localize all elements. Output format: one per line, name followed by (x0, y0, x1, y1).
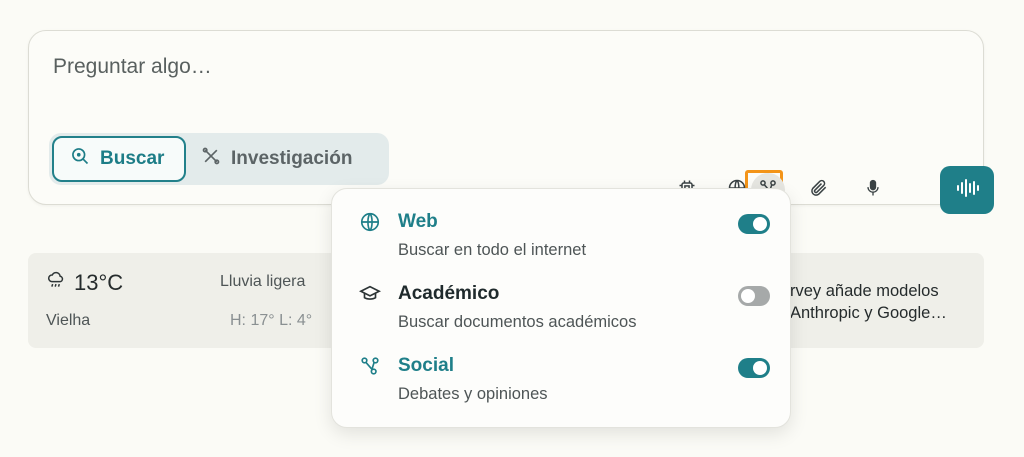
mode-search-button[interactable]: Buscar (52, 136, 186, 182)
news-headline-line-1: rvey añade modelos (790, 282, 939, 300)
mode-search-label: Buscar (100, 148, 165, 169)
globe-icon (359, 211, 381, 233)
source-option-description: Buscar documentos académicos (398, 313, 637, 331)
attach-button[interactable] (802, 173, 836, 207)
social-toggle-switch[interactable] (738, 358, 770, 378)
graduation-cap-icon (358, 283, 382, 305)
voice-mode-button[interactable] (940, 166, 994, 214)
source-option-web[interactable]: Web Buscar en todo el internet (332, 189, 792, 261)
source-option-academic[interactable]: Académico Buscar documentos académicos (332, 261, 792, 333)
paperclip-icon (809, 178, 829, 203)
mode-research-button[interactable]: Investigación (201, 136, 381, 182)
research-icon (201, 146, 221, 172)
mode-toggle: Buscar Investigación (49, 133, 389, 185)
voice-input-button[interactable] (856, 173, 890, 207)
source-option-description: Debates y opiniones (398, 385, 548, 403)
sources-dropdown: Web Buscar en todo el internet Académico… (331, 188, 791, 428)
ask-composer[interactable]: Preguntar algo… Buscar Investigación (28, 30, 994, 214)
academic-toggle-switch[interactable] (738, 286, 770, 306)
connector-icon (359, 355, 381, 377)
weather-high-low: H: 17° L: 4° (230, 312, 313, 329)
ask-input[interactable]: Preguntar algo… (53, 55, 212, 79)
mode-research-label: Investigación (231, 148, 353, 169)
source-option-title: Web (398, 211, 438, 232)
source-option-title: Social (398, 355, 454, 376)
news-card[interactable]: rvey añade modelos Anthropic y Google… (790, 280, 984, 324)
microphone-icon (863, 178, 883, 203)
weather-condition: Lluvia ligera (220, 273, 306, 290)
rain-cloud-icon (46, 270, 66, 296)
search-icon (70, 146, 90, 172)
weather-temperature: 13°C (46, 270, 123, 296)
source-option-social[interactable]: Social Debates y opiniones (332, 333, 792, 405)
source-option-title: Académico (398, 283, 500, 304)
audio-waveform-icon (955, 177, 979, 204)
source-option-description: Buscar en todo el internet (398, 241, 587, 259)
news-headline-line-2: Anthropic y Google… (790, 304, 947, 322)
web-toggle-switch[interactable] (738, 214, 770, 234)
weather-location: Vielha (46, 312, 91, 329)
